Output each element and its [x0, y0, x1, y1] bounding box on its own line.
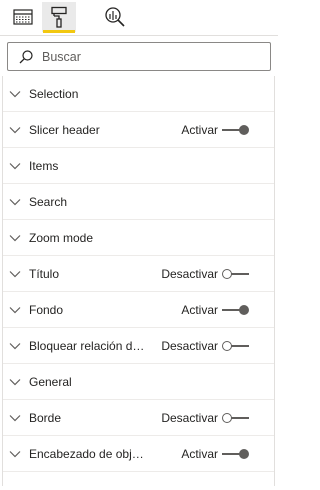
section-label: Borde	[29, 411, 62, 425]
section-toggle[interactable]: Activar	[181, 300, 250, 320]
section-row[interactable]: Items	[3, 148, 274, 184]
toggle-track	[231, 417, 249, 419]
toggle-knob[interactable]	[239, 305, 249, 315]
chevron-down-icon[interactable]	[9, 340, 21, 352]
section-toggle[interactable]: Desactivar	[161, 408, 250, 428]
chevron-down-icon[interactable]	[9, 412, 21, 424]
section-row[interactable]: Zoom mode	[3, 220, 274, 256]
section-row[interactable]: Search	[3, 184, 274, 220]
toggle-track	[231, 273, 249, 275]
section-label: Zoom mode	[29, 231, 94, 245]
toggle-state-label: Activar	[181, 123, 218, 137]
table-grid-icon	[13, 9, 33, 25]
section-label: Título	[29, 267, 60, 281]
toggle-knob[interactable]	[239, 125, 249, 135]
section-row[interactable]: Bloquear relación de aspecto Desactivar	[3, 328, 274, 364]
chevron-down-icon[interactable]	[9, 196, 21, 208]
section-row[interactable]: Slicer header Activar	[3, 112, 274, 148]
section-label: Items	[29, 159, 59, 173]
toggle-state-label: Activar	[181, 447, 218, 461]
chevron-down-icon[interactable]	[9, 88, 21, 100]
toggle-state-label: Desactivar	[161, 267, 218, 281]
chevron-down-icon[interactable]	[9, 124, 21, 136]
analytics-tab[interactable]	[98, 2, 132, 32]
section-row[interactable]: Borde Desactivar	[3, 400, 274, 436]
section-row[interactable]: Título Desactivar	[3, 256, 274, 292]
section-toggle[interactable]: Activar	[181, 120, 250, 140]
search-box[interactable]	[7, 42, 271, 71]
chevron-down-icon[interactable]	[9, 268, 21, 280]
section-label: General	[29, 375, 72, 389]
toggle-switch[interactable]	[222, 412, 250, 424]
chevron-down-icon[interactable]	[9, 448, 21, 460]
search-icon	[19, 49, 33, 64]
section-label: Fondo	[29, 303, 64, 317]
toggle-knob[interactable]	[239, 449, 249, 459]
search-input[interactable]	[42, 44, 242, 69]
pane-toolbar	[0, 0, 278, 36]
section-label: Encabezado de objeto visual	[29, 447, 147, 461]
section-toggle[interactable]: Desactivar	[161, 264, 250, 284]
magnifier-chart-icon	[104, 6, 126, 28]
section-label: Bloquear relación de aspecto	[29, 339, 147, 353]
chevron-down-icon[interactable]	[9, 304, 21, 316]
section-label: Search	[29, 195, 68, 209]
section-row[interactable]: Encabezado de objeto visual Activar	[3, 436, 274, 472]
section-toggle[interactable]: Desactivar	[161, 336, 250, 356]
paint-roller-icon	[50, 6, 68, 28]
section-row[interactable]: Fondo Activar	[3, 292, 274, 328]
toggle-switch[interactable]	[222, 448, 250, 460]
section-row[interactable]: General	[3, 364, 274, 400]
toggle-switch[interactable]	[222, 124, 250, 136]
toggle-switch[interactable]	[222, 304, 250, 316]
toggle-knob[interactable]	[222, 341, 232, 351]
format-sections-list: Selection Slicer header Activar Items Search…	[2, 76, 275, 486]
section-toggle[interactable]: Activar	[181, 444, 250, 464]
toggle-track	[231, 345, 249, 347]
toggle-state-label: Activar	[181, 303, 218, 317]
chevron-down-icon[interactable]	[9, 232, 21, 244]
toggle-switch[interactable]	[222, 268, 250, 280]
toggle-knob[interactable]	[222, 413, 232, 423]
toggle-knob[interactable]	[222, 269, 232, 279]
toggle-state-label: Desactivar	[161, 411, 218, 425]
toggle-switch[interactable]	[222, 340, 250, 352]
section-row[interactable]: Selection	[3, 76, 274, 112]
chevron-down-icon[interactable]	[9, 160, 21, 172]
chevron-down-icon[interactable]	[9, 376, 21, 388]
format-tab[interactable]	[42, 2, 76, 33]
section-label: Slicer header	[29, 123, 100, 137]
toggle-state-label: Desactivar	[161, 339, 218, 353]
section-label: Selection	[29, 87, 79, 101]
fields-tab[interactable]	[6, 2, 40, 32]
